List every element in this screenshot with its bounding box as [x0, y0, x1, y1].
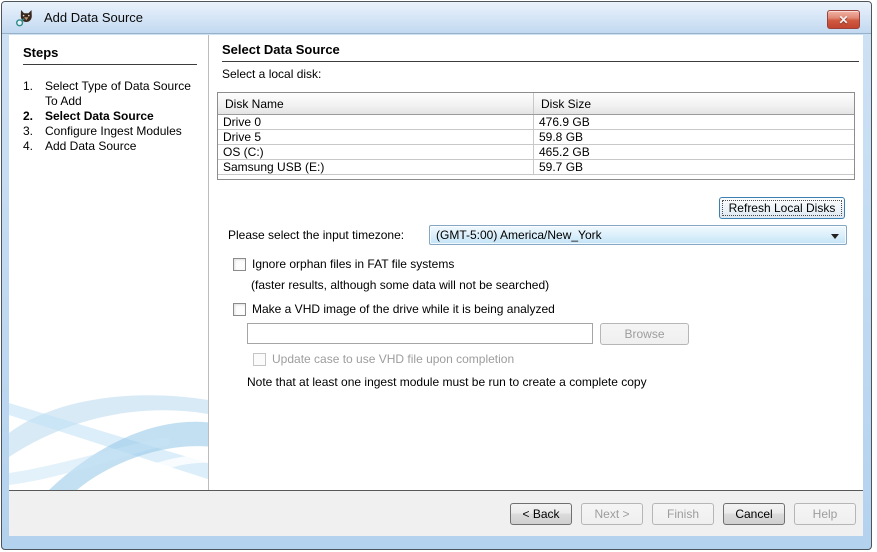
- make-vhd-image-checkbox-row[interactable]: Make a VHD image of the drive while it i…: [233, 302, 555, 316]
- dialog-content: Steps 1. Select Type of Data Source To A…: [9, 35, 863, 536]
- add-data-source-dialog: Add Data Source ✕ Steps 1. Select Type o…: [1, 1, 872, 550]
- back-button[interactable]: < Back: [510, 503, 572, 525]
- ignore-orphan-files-checkbox[interactable]: [233, 258, 246, 271]
- step-item-select-data-source: 2. Select Data Source: [23, 109, 208, 124]
- steps-heading: Steps: [23, 45, 197, 65]
- ignore-orphan-files-checkbox-row[interactable]: Ignore orphan files in FAT file systems: [233, 257, 454, 271]
- update-case-checkbox[interactable]: [253, 353, 266, 366]
- chevron-down-icon: [831, 234, 839, 239]
- update-case-label: Update case to use VHD file upon complet…: [272, 352, 514, 366]
- vhd-path-input[interactable]: [247, 323, 593, 344]
- update-case-checkbox-row[interactable]: Update case to use VHD file upon complet…: [253, 352, 514, 366]
- panel-heading: Select Data Source: [222, 42, 859, 62]
- autopsy-app-icon: [16, 9, 36, 27]
- timezone-label: Please select the input timezone:: [228, 228, 404, 242]
- table-row[interactable]: Drive 0 476.9 GB: [218, 115, 854, 130]
- window-title: Add Data Source: [44, 10, 143, 25]
- orphan-note-text: (faster results, although some data will…: [251, 278, 549, 292]
- browse-button[interactable]: Browse: [600, 323, 689, 345]
- timezone-selected-value: (GMT-5:00) America/New_York: [436, 228, 602, 242]
- finish-button[interactable]: Finish: [652, 503, 714, 525]
- make-vhd-image-checkbox[interactable]: [233, 303, 246, 316]
- refresh-local-disks-button[interactable]: Refresh Local Disks: [719, 197, 845, 219]
- cancel-button[interactable]: Cancel: [723, 503, 785, 525]
- wizard-footer: < Back Next > Finish Cancel Help: [9, 490, 863, 536]
- column-header-disk-size[interactable]: Disk Size: [534, 93, 854, 114]
- select-data-source-panel: Select Data Source Select a local disk: …: [209, 35, 863, 490]
- step-item-add-data-source: 4. Add Data Source: [23, 139, 208, 154]
- ignore-orphan-files-label: Ignore orphan files in FAT file systems: [252, 257, 454, 271]
- close-button[interactable]: ✕: [827, 10, 860, 29]
- ingest-note-text: Note that at least one ingest module mus…: [247, 375, 647, 389]
- column-header-disk-name[interactable]: Disk Name: [218, 93, 534, 114]
- titlebar[interactable]: Add Data Source ✕: [2, 2, 871, 34]
- timezone-select[interactable]: (GMT-5:00) America/New_York: [429, 225, 847, 245]
- local-disk-table[interactable]: Disk Name Disk Size Drive 0 476.9 GB Dri…: [217, 92, 855, 180]
- wizard-watermark-swoosh: [9, 385, 209, 490]
- local-disk-label: Select a local disk:: [222, 67, 321, 81]
- close-icon: ✕: [838, 14, 848, 26]
- step-item-configure-ingest: 3. Configure Ingest Modules: [23, 124, 208, 139]
- step-item-select-type: 1. Select Type of Data Source To Add: [23, 79, 208, 109]
- table-row[interactable]: Samsung USB (E:) 59.7 GB: [218, 160, 854, 175]
- next-button[interactable]: Next >: [581, 503, 643, 525]
- help-button[interactable]: Help: [794, 503, 856, 525]
- table-header-row: Disk Name Disk Size: [218, 93, 854, 115]
- table-row[interactable]: OS (C:) 465.2 GB: [218, 145, 854, 160]
- table-row[interactable]: Drive 5 59.8 GB: [218, 130, 854, 145]
- make-vhd-image-label: Make a VHD image of the drive while it i…: [252, 302, 555, 316]
- steps-panel: Steps 1. Select Type of Data Source To A…: [9, 35, 209, 490]
